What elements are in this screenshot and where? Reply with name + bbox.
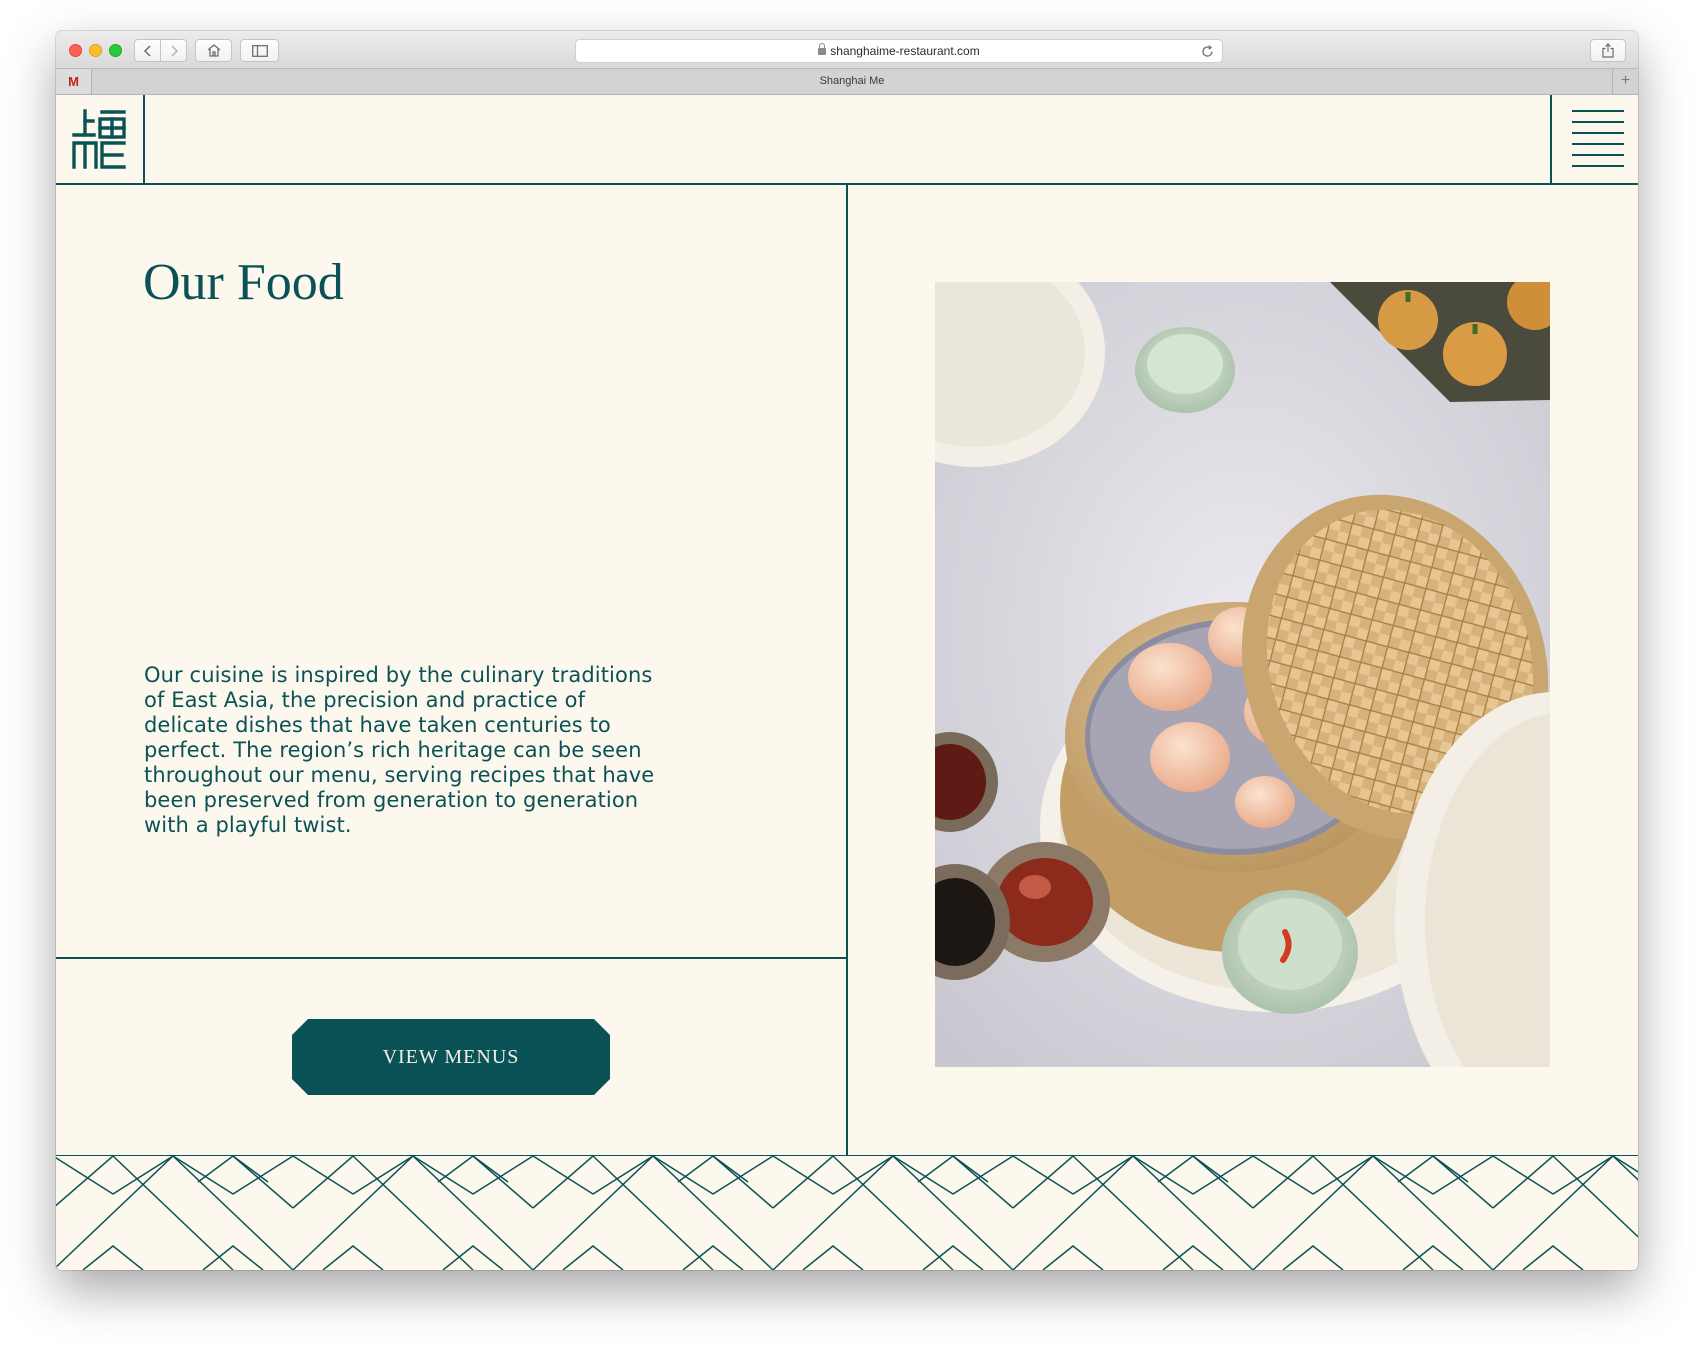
tab-title: Shanghai Me xyxy=(819,75,885,87)
address-bar[interactable]: shanghaime-restaurant.com xyxy=(575,39,1223,63)
share-icon xyxy=(1602,43,1614,58)
hamburger-menu-button[interactable] xyxy=(1550,95,1638,183)
minimize-window-button[interactable] xyxy=(89,44,102,57)
reload-icon[interactable] xyxy=(1201,40,1214,64)
new-tab-button[interactable]: + xyxy=(1612,69,1638,94)
zoom-window-button[interactable] xyxy=(109,44,122,57)
chevron-left-icon xyxy=(143,45,151,57)
text-cta-divider xyxy=(56,957,847,959)
home-icon xyxy=(207,44,220,57)
share-button[interactable] xyxy=(1590,39,1626,62)
dim-sum-photo xyxy=(935,282,1550,1067)
browser-window: shanghaime-restaurant.com M Shanghai Me … xyxy=(56,31,1638,1270)
geometric-pattern-border xyxy=(56,1156,1638,1270)
section-title: Our Food xyxy=(143,254,344,311)
gmail-pinned-tab[interactable]: M xyxy=(56,69,92,94)
sidebar-button[interactable] xyxy=(240,39,279,62)
home-button[interactable] xyxy=(195,39,232,62)
section-description: Our cuisine is inspired by the culinary … xyxy=(144,663,655,837)
sidebar-icon xyxy=(251,45,268,57)
page-content: Our Food Our cuisine is inspired by the … xyxy=(56,95,1638,1270)
url-text: shanghaime-restaurant.com xyxy=(830,44,980,58)
back-button[interactable] xyxy=(134,39,161,62)
plus-icon: + xyxy=(1620,72,1631,89)
header-divider xyxy=(143,95,145,183)
section-vertical-divider xyxy=(846,183,848,1156)
shanghai-me-logo-icon[interactable] xyxy=(72,109,128,169)
active-tab[interactable]: Shanghai Me xyxy=(92,69,1612,94)
gmail-icon: M xyxy=(68,74,79,89)
lock-icon xyxy=(818,43,827,55)
forward-button[interactable] xyxy=(160,39,187,62)
close-window-button[interactable] xyxy=(69,44,82,57)
chevron-right-icon xyxy=(170,45,178,57)
view-menus-button[interactable]: VIEW MENUS xyxy=(292,1019,610,1095)
browser-toolbar: shanghaime-restaurant.com xyxy=(56,31,1638,69)
tab-bar: M Shanghai Me + xyxy=(56,69,1638,95)
